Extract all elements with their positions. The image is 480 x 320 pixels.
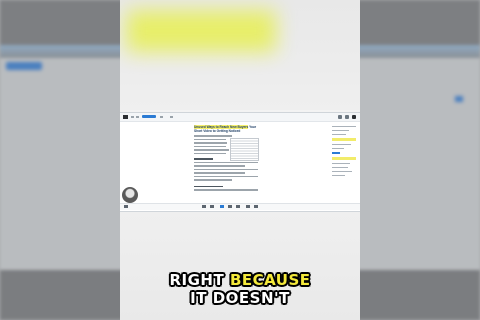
bottom-toolbar-icon[interactable]: [220, 205, 224, 208]
bottom-toolbar: [120, 203, 360, 210]
document-text-line: [194, 161, 258, 163]
document-embedded-image[interactable]: [230, 138, 259, 161]
bottom-toolbar-icon[interactable]: [124, 205, 128, 208]
user-avatar-icon[interactable]: [352, 115, 356, 119]
app-logo-icon[interactable]: [123, 115, 128, 119]
caption-line-1: RIGHT BECAUSE: [0, 271, 480, 289]
sidebar-highlight-card[interactable]: [332, 157, 356, 160]
document-text-line: [194, 168, 258, 170]
document-text-line: [194, 145, 226, 147]
bottom-toolbar-icon[interactable]: [202, 205, 206, 208]
background-blue-chip: [6, 62, 42, 70]
sidebar-row[interactable]: [332, 129, 349, 131]
document-page[interactable]: Unused Ways to Reach New Buyers Your Sho…: [194, 125, 259, 209]
document-subheading: [194, 185, 223, 187]
toolbar-menu-icon[interactable]: [160, 116, 163, 118]
sidebar-row[interactable]: [332, 143, 352, 145]
document-text-line: [194, 165, 246, 167]
document-text-line: [194, 135, 233, 137]
document-title: Unused Ways to Reach New Buyers Your Sho…: [194, 125, 258, 133]
caption-line-2: IT DOESN'T: [190, 289, 290, 307]
document-text-line: [194, 172, 246, 174]
bottom-toolbar-icon[interactable]: [228, 205, 232, 208]
panel-top-area: [120, 0, 360, 110]
sidebar-row[interactable]: [332, 166, 348, 168]
right-sidebar: [332, 123, 356, 207]
sidebar-row[interactable]: [332, 125, 356, 127]
bottom-toolbar-icon[interactable]: [210, 205, 214, 208]
browser-toolbar: [120, 113, 360, 122]
document-text-line: [194, 175, 258, 177]
caption-word: RIGHT: [169, 271, 225, 289]
bottom-toolbar-icon[interactable]: [236, 205, 240, 208]
sidebar-row[interactable]: [332, 162, 350, 164]
sidebar-row[interactable]: [332, 133, 347, 135]
document-text-line: [194, 149, 229, 151]
toolbar-action-icon[interactable]: [338, 115, 342, 119]
document-text-line: [194, 189, 258, 191]
background-right-chip: [455, 96, 463, 102]
video-frame: Unused Ways to Reach New Buyers Your Sho…: [0, 0, 480, 320]
toolbar-menu-icon[interactable]: [136, 116, 139, 118]
browser-window: Unused Ways to Reach New Buyers Your Sho…: [120, 112, 360, 212]
sidebar-highlight-card[interactable]: [332, 138, 356, 141]
bottom-toolbar-icon[interactable]: [246, 205, 250, 208]
document-text-line: [194, 152, 226, 154]
caption-accent-word: BECAUSE: [229, 271, 311, 289]
document-subheading: [194, 158, 214, 160]
sidebar-row[interactable]: [332, 170, 353, 172]
sidebar-link[interactable]: [332, 152, 340, 154]
blurred-highlight: [126, 10, 276, 52]
document-text-line: [194, 142, 228, 144]
toolbar-menu-icon[interactable]: [131, 116, 134, 118]
toolbar-action-icon[interactable]: [345, 115, 349, 119]
bottom-toolbar-icon[interactable]: [254, 205, 258, 208]
document-text-line: [194, 179, 233, 181]
presenter-avatar: [122, 187, 138, 203]
sidebar-row[interactable]: [332, 174, 346, 176]
toolbar-menu-icon[interactable]: [170, 116, 173, 118]
sidebar-row[interactable]: [332, 147, 344, 149]
document-text-line: [194, 138, 226, 140]
toolbar-primary-button[interactable]: [142, 115, 156, 118]
